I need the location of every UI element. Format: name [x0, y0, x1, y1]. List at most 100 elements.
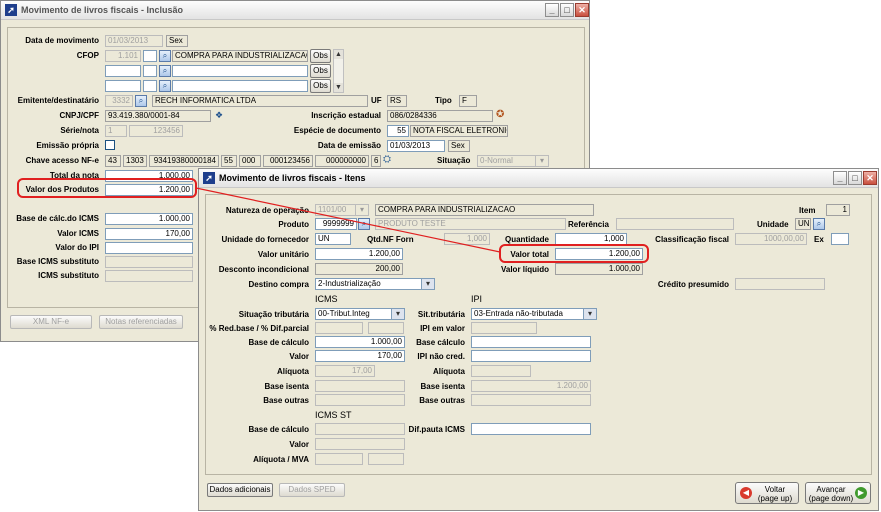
un-fornecedor-field[interactable]: UN	[315, 233, 351, 245]
destino-select[interactable]: 2-Industrialização	[315, 278, 435, 290]
dif-pauta-label: Dif.pauta ICMS	[408, 425, 465, 434]
obs-button-2[interactable]: Obs	[310, 64, 331, 78]
ipi-aliquota-field[interactable]	[471, 365, 531, 377]
chave-search-icon[interactable]: ⛭	[383, 154, 391, 165]
classificacao-field[interactable]: 1000,00,00	[735, 233, 807, 245]
valor-icms-label: Valor ICMS	[57, 229, 99, 238]
cfop-desc-field-2[interactable]	[172, 65, 308, 77]
obs-button-1[interactable]: Obs	[310, 49, 331, 63]
scroll-down-icon[interactable]: ▼	[334, 83, 343, 92]
chave-part-codigo: 000000000	[315, 155, 369, 167]
st-valor-field[interactable]	[315, 438, 405, 450]
maximize-button[interactable]: □	[560, 3, 574, 17]
red-base-label: % Red.base / % Dif.parcial	[209, 324, 309, 333]
data-emissao-label: Data de emissão	[317, 141, 381, 150]
especie-label: Espécie de documento	[293, 126, 381, 135]
credito-field[interactable]	[735, 278, 825, 290]
scroll-up-icon[interactable]: ▲	[334, 50, 343, 59]
ipi-em-valor-field[interactable]	[471, 322, 537, 334]
cfop-aux-field-2[interactable]	[143, 65, 157, 77]
unidade-lookup-icon[interactable]: ⌕	[813, 218, 825, 230]
cfop-scrollbar[interactable]: ▲ ▼	[333, 49, 344, 93]
minimize-button[interactable]: _	[545, 3, 559, 17]
cfop-code-field-2[interactable]	[105, 65, 141, 77]
item-field: 1	[826, 204, 850, 216]
red-base-field[interactable]	[315, 322, 363, 334]
cfop-lookup-icon[interactable]: ⌕	[159, 50, 171, 62]
valor-icms-field[interactable]: 170,00	[105, 228, 193, 240]
ie-validate-icon[interactable]: ✪	[496, 109, 504, 120]
chave-label: Chave acesso NF-e	[25, 156, 99, 165]
avancar-button[interactable]: Avançar (page down) ▶	[805, 482, 871, 504]
icms-st-field[interactable]	[105, 270, 193, 282]
valor-ipi-field[interactable]	[105, 242, 193, 254]
items-maximize-button[interactable]: □	[848, 171, 862, 185]
valor-unitario-field[interactable]: 1.200,00	[315, 248, 403, 260]
st-mva-field[interactable]	[368, 453, 404, 465]
desconto-label: Desconto incondicional	[218, 265, 309, 274]
especie-code-field[interactable]: 55	[387, 125, 409, 137]
icms-valor-label: Valor	[289, 352, 309, 361]
chave-part-aamm: 1303	[123, 155, 147, 167]
especie-desc-field: NOTA FISCAL ELETRONICA	[410, 125, 508, 137]
nota-field[interactable]: 123456	[129, 125, 183, 137]
ex-field[interactable]	[831, 233, 849, 245]
close-button[interactable]: ✕	[575, 3, 589, 17]
app-icon: ➚	[5, 4, 17, 16]
produto-code-field[interactable]: 9999999	[315, 218, 357, 230]
ipi-base-outras-field[interactable]	[471, 394, 591, 406]
cfop-desc-field: COMPRA PARA INDUSTRIALIZACAO	[172, 50, 308, 62]
valor-liquido-field: 1.000,00	[555, 263, 643, 275]
tipo-field: F	[459, 95, 477, 107]
emissao-propria-checkbox[interactable]	[105, 140, 115, 150]
referencia-field[interactable]	[616, 218, 734, 230]
cfop-aux-field[interactable]	[143, 50, 157, 62]
emitente-code-field[interactable]: 3332	[105, 95, 133, 107]
items-minimize-button[interactable]: _	[833, 171, 847, 185]
aliquota-label: Alíquota	[277, 367, 309, 376]
qtd-forn-label: Qtd.NF Forn	[367, 235, 414, 244]
chave-part-uf: 43	[105, 155, 121, 167]
natureza-code-select[interactable]: 1101/00	[315, 204, 369, 216]
icms-st-label: ICMS substituto	[38, 271, 99, 280]
cfop-label: CFOP	[76, 51, 99, 60]
ipi-base-calc-field[interactable]	[471, 336, 591, 348]
cfop-aux-field-3[interactable]	[143, 80, 157, 92]
base-icms-st-field[interactable]	[105, 256, 193, 268]
tipo-label: Tipo	[435, 96, 452, 105]
icms-st-section-header: ICMS ST	[315, 410, 352, 420]
items-close-button[interactable]: ✕	[863, 171, 877, 185]
dif-pauta-field[interactable]	[471, 423, 591, 435]
produto-lookup-icon[interactable]: ⌕	[358, 218, 370, 230]
cfop-code-field-3[interactable]	[105, 80, 141, 92]
aliquota-field[interactable]: 17,00	[315, 365, 375, 377]
xml-nfe-button[interactable]: XML NF-e	[10, 315, 92, 329]
st-aliquota-field[interactable]	[315, 453, 363, 465]
cfop-lookup-icon-2[interactable]: ⌕	[159, 65, 171, 77]
cfop-lookup-icon-3[interactable]: ⌕	[159, 80, 171, 92]
credito-label: Crédito presumido	[657, 280, 729, 289]
chave-part-numero: 000123456	[263, 155, 313, 167]
dados-sped-button[interactable]: Dados SPED	[279, 483, 345, 497]
base-icms-field[interactable]: 1.000,00	[105, 213, 193, 225]
dados-adicionais-button[interactable]: Dados adicionais	[207, 483, 273, 497]
notas-referenciadas-button[interactable]: Notas referenciadas	[99, 315, 183, 329]
ipi-base-isenta-field[interactable]: 1.200,00	[471, 380, 591, 392]
emitente-lookup-icon[interactable]: ⌕	[135, 95, 147, 107]
voltar-button[interactable]: ◀ Voltar (page up)	[735, 482, 799, 504]
data-movimento-field[interactable]: 01/03/2013	[105, 35, 163, 47]
obs-button-3[interactable]: Obs	[310, 79, 331, 93]
ipi-nao-cred-field[interactable]	[471, 350, 591, 362]
sit-trib-ipi-select[interactable]: 03-Entrada não-tributada	[471, 308, 597, 320]
situacao-select[interactable]: 0-Normal	[477, 155, 549, 167]
cfop-desc-field-3[interactable]	[172, 80, 308, 92]
serie-field[interactable]: 1	[105, 125, 127, 137]
base-outras-label: Base outras	[263, 396, 309, 405]
natureza-label: Natureza de operação	[225, 206, 309, 215]
items-app-icon: ➚	[203, 172, 215, 184]
chave-part-serie: 000	[239, 155, 261, 167]
data-emissao-field[interactable]: 01/03/2013	[387, 140, 445, 152]
cfop-code-field[interactable]: 1.101	[105, 50, 141, 62]
natureza-desc-field: COMPRA PARA INDUSTRIALIZACAO	[375, 204, 594, 216]
chave-part-modelo: 55	[221, 155, 237, 167]
